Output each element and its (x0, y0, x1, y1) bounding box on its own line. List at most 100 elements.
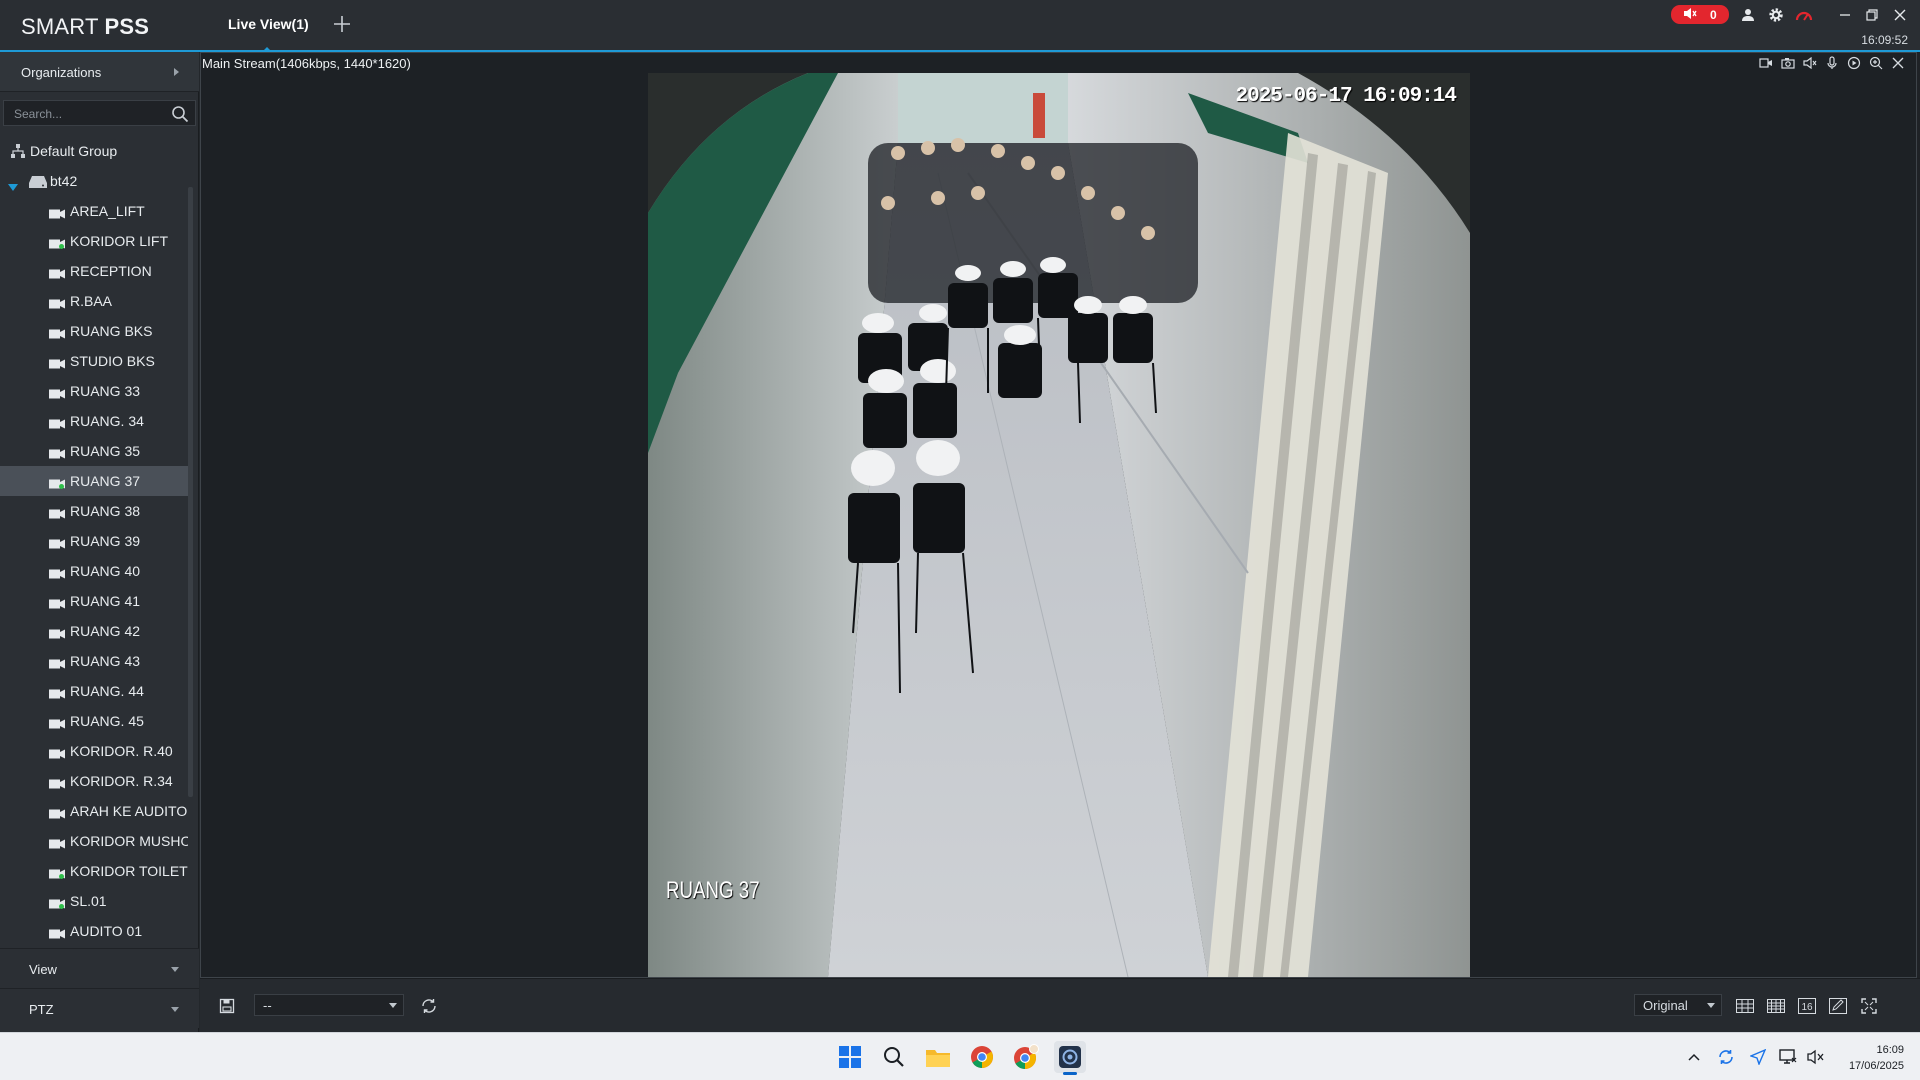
tree-camera-item[interactable]: RUANG. 44 (0, 676, 188, 706)
tree-camera-label: KORIDOR. R.34 (70, 773, 173, 789)
camera-online-icon (49, 476, 66, 489)
video-pane[interactable]: Main Stream(1406kbps, 1440*1620) 2025-06… (200, 52, 1917, 978)
tree-camera-item[interactable]: KORIDOR. R.40 (0, 736, 188, 766)
device-sidebar: Organizations Default Group (0, 52, 199, 1032)
camera-icon (49, 536, 66, 549)
tree-camera-item[interactable]: R.BAA (0, 286, 188, 316)
close-icon[interactable] (1891, 6, 1909, 24)
alarm-count: 0 (1709, 7, 1717, 22)
tree-device-bt42[interactable]: bt42 (0, 166, 188, 196)
camera-icon (49, 356, 66, 369)
tab-live-view[interactable]: Live View(1) (216, 0, 327, 52)
file-explorer-icon[interactable] (922, 1041, 954, 1073)
network-icon[interactable] (1778, 1047, 1798, 1067)
settings-gear-icon[interactable] (1767, 6, 1785, 24)
organizations-header[interactable]: Organizations (0, 52, 199, 92)
tree-camera-label: RUANG 39 (70, 533, 141, 549)
windows-taskbar: 16:09 17/06/2025 (0, 1032, 1920, 1080)
chrome-icon[interactable] (966, 1041, 998, 1073)
tree-camera-item[interactable]: RUANG 37 (0, 466, 188, 496)
zoom-in-icon[interactable] (1868, 55, 1884, 71)
tree-camera-item[interactable]: RUANG 41 (0, 586, 188, 616)
tree-camera-item[interactable]: KORIDOR TOILET (0, 856, 188, 886)
tree-camera-item[interactable]: RUANG 33 (0, 376, 188, 406)
tree-camera-item[interactable]: RUANG. 45 (0, 706, 188, 736)
camera-icon (49, 626, 66, 639)
view-section-header[interactable]: View (0, 948, 199, 988)
windows-start-icon[interactable] (834, 1041, 866, 1073)
location-arrow-icon[interactable] (1748, 1047, 1768, 1067)
tree-camera-item[interactable]: RUANG 35 (0, 436, 188, 466)
minimize-icon[interactable] (1836, 6, 1854, 24)
smart-pss-taskbar-icon[interactable] (1054, 1041, 1086, 1075)
camera-icon (49, 566, 66, 579)
tree-camera-item[interactable]: AUDITO 01 (0, 916, 188, 940)
layout-16-icon[interactable]: 16 (1796, 995, 1818, 1017)
tree-group-default[interactable]: Default Group (0, 136, 188, 166)
tree-camera-label: RUANG 37 (70, 473, 141, 489)
classroom-camera-image (648, 73, 1470, 977)
camera-online-icon (49, 866, 66, 879)
taskbar-clock[interactable]: 16:09 17/06/2025 (1849, 1042, 1904, 1074)
custom-layout-edit-icon[interactable] (1827, 995, 1849, 1017)
restore-icon[interactable] (1863, 6, 1881, 24)
talk-microphone-icon[interactable] (1824, 55, 1840, 71)
snapshot-icon[interactable] (1780, 55, 1796, 71)
layout-1x1-icon[interactable] (1734, 995, 1756, 1017)
digital-zoom-icon[interactable] (1758, 55, 1774, 71)
tree-camera-item[interactable]: AREA_LIFT (0, 196, 188, 226)
search-icon[interactable] (878, 1041, 910, 1073)
tree-camera-item[interactable]: ARAH KE AUDITOR (0, 796, 188, 826)
tree-camera-item[interactable]: RUANG 38 (0, 496, 188, 526)
tree-camera-item[interactable]: RUANG 42 (0, 616, 188, 646)
pane-toolbar (1758, 55, 1906, 71)
ptz-section-header[interactable]: PTZ (0, 988, 199, 1028)
expand-triangle-icon (8, 178, 18, 194)
sync-icon[interactable] (1716, 1047, 1736, 1067)
tree-camera-item[interactable]: KORIDOR. R.34 (0, 766, 188, 796)
chrome-profile-icon[interactable] (1010, 1041, 1042, 1073)
tree-camera-item[interactable]: RUANG 40 (0, 556, 188, 586)
tree-camera-item[interactable]: RUANG BKS (0, 316, 188, 346)
view-preset-dropdown[interactable]: -- (254, 994, 404, 1016)
add-tab-button[interactable] (332, 14, 352, 34)
tree-camera-item[interactable]: RECEPTION (0, 256, 188, 286)
tree-camera-label: RUANG 41 (70, 593, 141, 609)
camera-icon (49, 596, 66, 609)
user-icon[interactable] (1739, 6, 1757, 24)
volume-muted-icon[interactable] (1806, 1047, 1826, 1067)
save-view-icon[interactable] (216, 995, 238, 1017)
chevron-up-icon[interactable] (1684, 1047, 1704, 1067)
tree-camera-label: KORIDOR TOILET (70, 863, 188, 879)
tree-device-label: bt42 (50, 173, 78, 189)
stream-ratio-dropdown[interactable]: Original (1634, 994, 1722, 1016)
tree-camera-label: RUANG 38 (70, 503, 141, 519)
tree-camera-label: RUANG. 44 (70, 683, 144, 699)
fullscreen-icon[interactable] (1858, 995, 1880, 1017)
playback-icon[interactable] (1846, 55, 1862, 71)
tree-camera-item[interactable]: RUANG. 34 (0, 406, 188, 436)
osd-timestamp: 2025-06-17 16:09:14 (1235, 85, 1457, 108)
tree-camera-item[interactable]: KORIDOR MUSHO (0, 826, 188, 856)
camera-video-feed[interactable]: 2025-06-17 16:09:14 RUANG 37 (648, 73, 1470, 977)
search-input[interactable] (14, 105, 164, 123)
refresh-icon[interactable] (418, 995, 440, 1017)
performance-gauge-icon[interactable] (1795, 6, 1813, 24)
camera-icon (49, 806, 66, 819)
tree-camera-item[interactable]: STUDIO BKS (0, 346, 188, 376)
alarm-button[interactable]: 0 (1671, 5, 1729, 24)
tree-camera-item[interactable]: KORIDOR LIFT (0, 226, 188, 256)
tree-scrollbar[interactable] (188, 187, 193, 797)
tree-camera-item[interactable]: RUANG 43 (0, 646, 188, 676)
camera-icon (49, 776, 66, 789)
tree-camera-item[interactable]: SL.01 (0, 886, 188, 916)
audio-icon[interactable] (1802, 55, 1818, 71)
close-pane-icon[interactable] (1890, 55, 1906, 71)
tree-camera-label: R.BAA (70, 293, 113, 309)
layout-grid-icon[interactable] (1765, 995, 1787, 1017)
tree-camera-item[interactable]: RUANG 39 (0, 526, 188, 556)
stream-ratio-value: Original (1643, 998, 1688, 1013)
camera-icon (49, 416, 66, 429)
search-icon[interactable] (171, 105, 189, 123)
taskbar-date: 17/06/2025 (1848, 1060, 1904, 1072)
